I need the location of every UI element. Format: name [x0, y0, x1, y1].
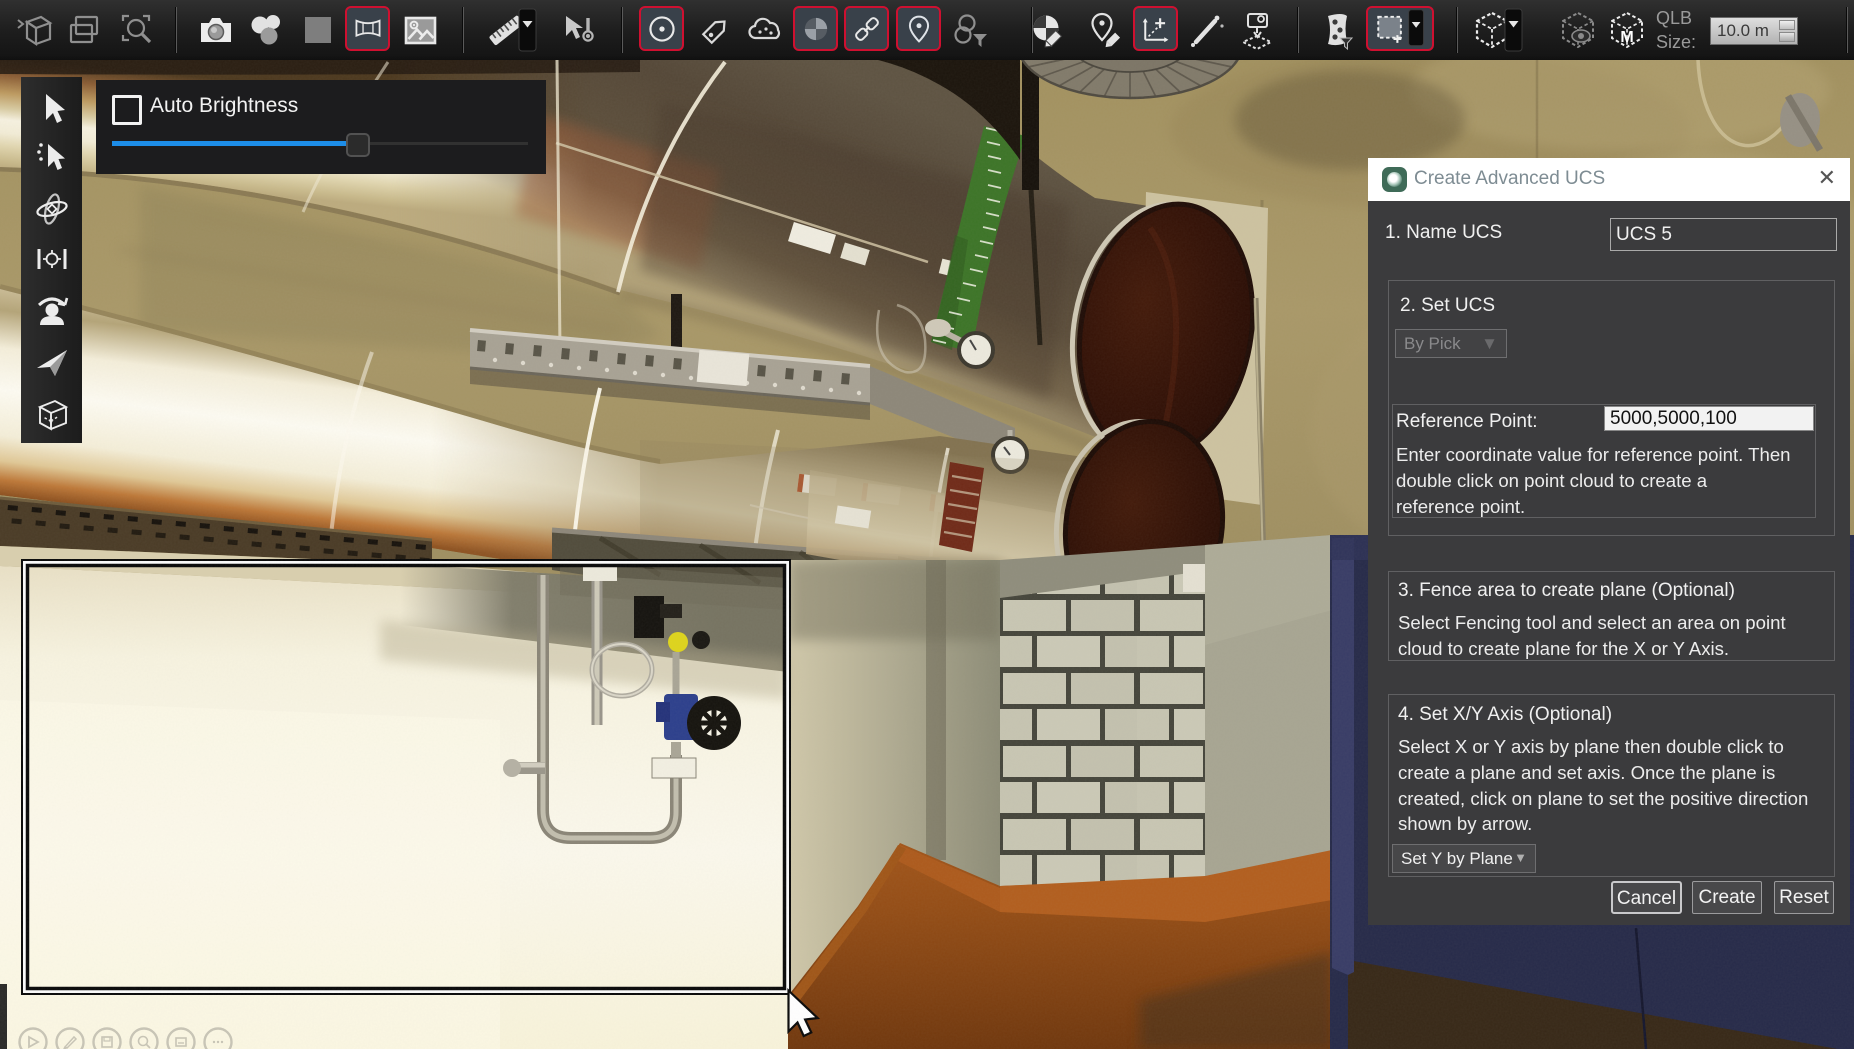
svg-text:M: M — [1620, 29, 1633, 46]
